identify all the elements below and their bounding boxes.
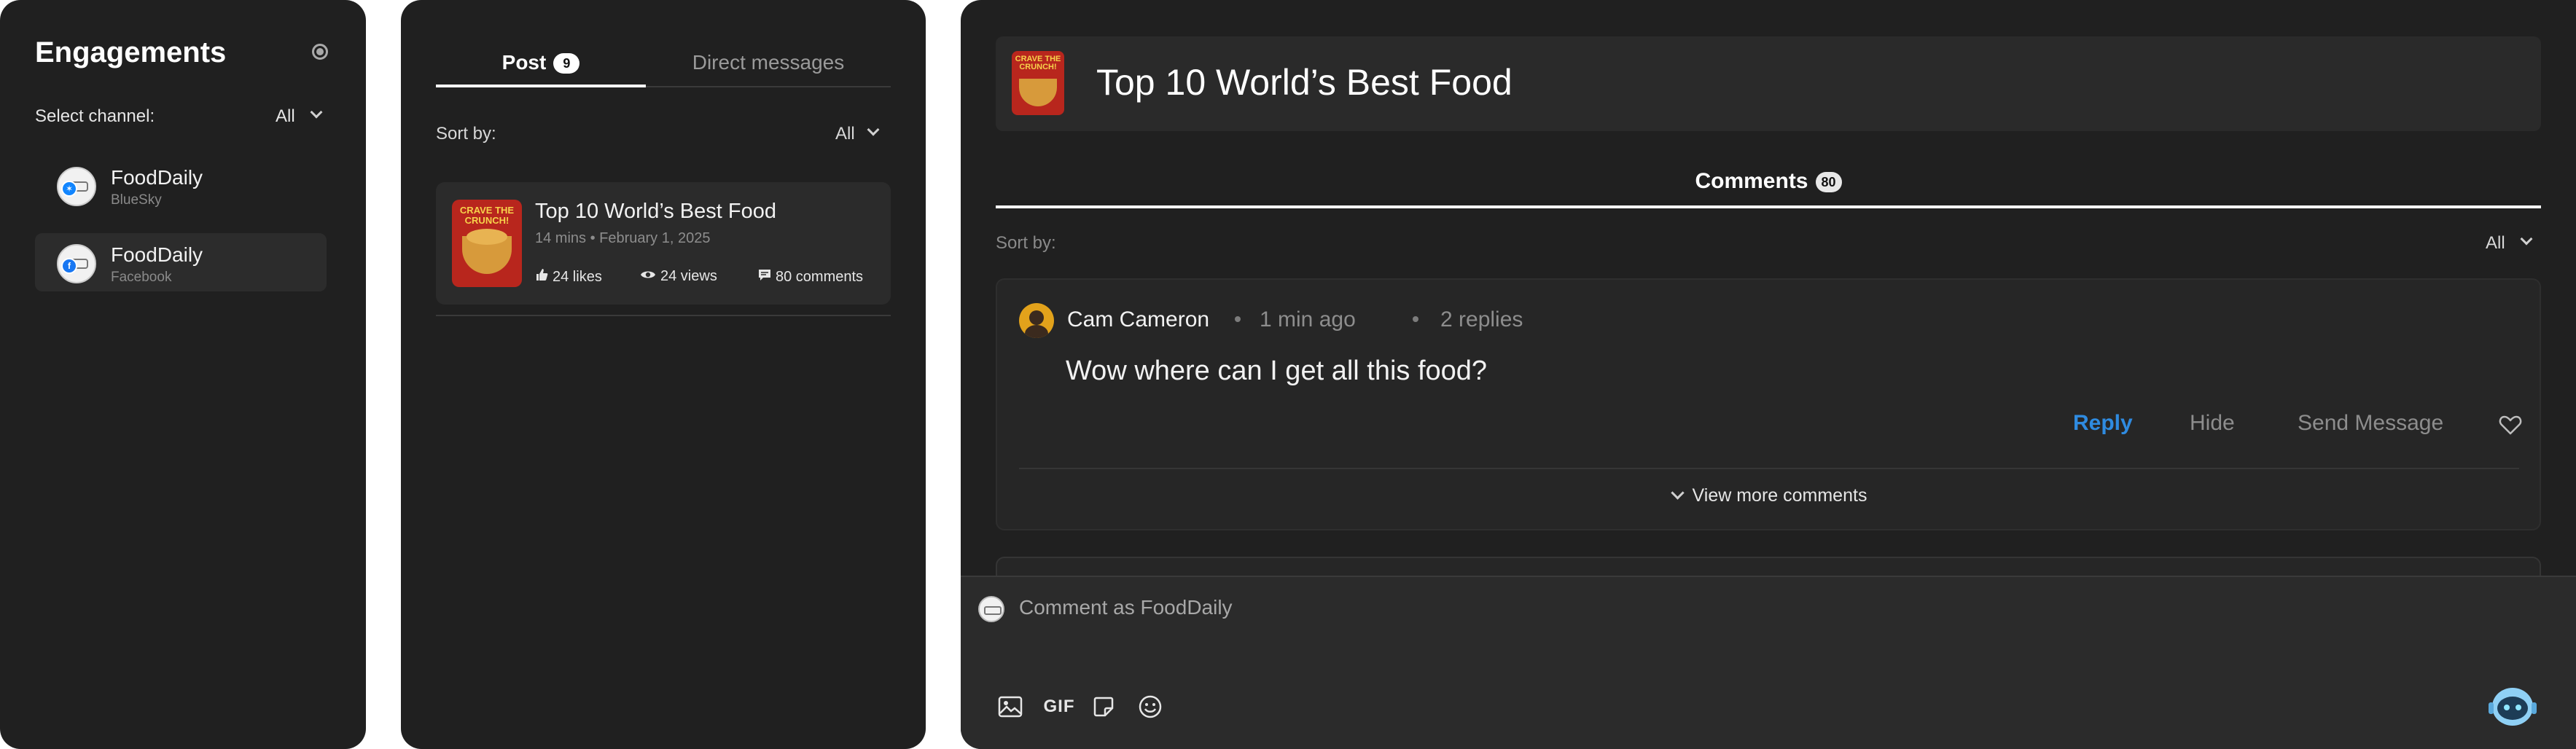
channel-name: FoodDaily	[111, 166, 203, 189]
reply-button[interactable]: Reply	[2073, 411, 2133, 436]
chevron-down-icon[interactable]	[867, 123, 880, 136]
thumbnail-caption: CRAVE THE CRUNCH!	[1015, 55, 1061, 71]
globe-icon[interactable]	[312, 44, 328, 60]
comment-composer: GIF	[961, 576, 2576, 749]
emoji-icon[interactable]	[1136, 692, 1165, 721]
channel-item-bluesky[interactable]: ✶ FoodDaily BlueSky	[35, 156, 327, 214]
chevron-down-icon[interactable]	[310, 106, 323, 119]
divider	[1019, 468, 2519, 469]
image-icon[interactable]	[996, 692, 1025, 721]
post-detail-panel: CRAVE THE CRUNCH! Top 10 World’s Best Fo…	[961, 0, 2576, 749]
post-header: CRAVE THE CRUNCH! Top 10 World’s Best Fo…	[996, 36, 2541, 131]
select-channel-label: Select channel:	[35, 106, 155, 126]
channel-item-facebook[interactable]: f FoodDaily Facebook	[35, 233, 327, 291]
post-card[interactable]: CRAVE THE CRUNCH! Top 10 World’s Best Fo…	[436, 182, 891, 305]
hide-button[interactable]: Hide	[2190, 411, 2235, 436]
sort-value[interactable]: All	[2486, 233, 2505, 254]
chevron-down-icon[interactable]	[2520, 232, 2533, 246]
tab-post-label: Post	[501, 51, 547, 74]
thumbnail-caption: CRAVE THE CRUNCH!	[459, 205, 515, 226]
view-more-comments-button[interactable]: View more comments	[997, 485, 2542, 506]
posts-panel: Post 9 Direct messages Sort by: All CRAVE…	[401, 0, 926, 749]
posts-tabs: Post 9 Direct messages	[436, 45, 891, 87]
post-count-badge: 9	[553, 53, 580, 74]
avatar	[1019, 303, 1054, 338]
separator-dot	[1413, 316, 1418, 322]
views-count: 24 views	[660, 268, 717, 284]
view-more-label: View more comments	[1692, 485, 1867, 506]
tab-direct-messages[interactable]: Direct messages	[646, 45, 891, 87]
engagements-title: Engagements	[35, 36, 227, 68]
comments-stat: 80 comments	[758, 268, 863, 286]
ai-assistant-icon[interactable]	[2487, 683, 2538, 729]
comment-text: Wow where can I get all this food?	[1066, 356, 1488, 386]
tab-post[interactable]: Post 9	[436, 45, 646, 87]
send-message-button[interactable]: Send Message	[2298, 411, 2443, 436]
channel-platform: BlueSky	[111, 192, 162, 208]
comment-input[interactable]	[1019, 593, 2331, 622]
post-meta: 14 mins • February 1, 2025	[535, 230, 711, 246]
comment-icon	[759, 270, 770, 281]
comments-count-badge: 80	[1815, 172, 1842, 192]
divider	[436, 315, 891, 316]
post-detail-title: Top 10 World’s Best Food	[1096, 62, 1513, 103]
eye-icon	[641, 271, 655, 278]
post-thumbnail: CRAVE THE CRUNCH!	[1012, 51, 1064, 115]
sort-value[interactable]: All	[835, 124, 855, 144]
tab-comments[interactable]: Comments 80	[996, 162, 2541, 208]
comment-card: Cam Cameron 1 min ago 2 replies Wow wher…	[996, 278, 2541, 530]
channel-name: FoodDaily	[111, 243, 203, 266]
engagements-panel: Engagements Select channel: All ✶ FoodDa…	[0, 0, 366, 749]
comments-count: 80 comments	[776, 269, 864, 285]
likes-count: 24 likes	[553, 269, 602, 285]
separator-dot	[1235, 316, 1241, 322]
facebook-icon: f	[61, 258, 77, 274]
likes-stat: 24 likes	[535, 268, 602, 286]
avatar	[978, 596, 1004, 622]
heart-icon[interactable]	[2499, 414, 2522, 436]
chevron-down-icon	[1670, 486, 1685, 500]
sort-label: Sort by:	[996, 233, 1056, 253]
sort-label: Sort by:	[436, 124, 496, 144]
channel-filter-value[interactable]: All	[276, 106, 295, 127]
post-thumbnail: CRAVE THE CRUNCH!	[452, 200, 522, 287]
thumbs-up-icon	[536, 269, 548, 281]
post-title: Top 10 World’s Best Food	[535, 200, 776, 223]
comment-author[interactable]: Cam Cameron	[1067, 307, 1209, 332]
comment-time: 1 min ago	[1260, 307, 1356, 332]
sticker-icon[interactable]	[1089, 692, 1118, 721]
views-stat: 24 views	[640, 268, 717, 285]
bluesky-icon: ✶	[61, 181, 77, 197]
channel-platform: Facebook	[111, 270, 172, 285]
tab-comments-label: Comments	[1695, 169, 1808, 193]
gif-button[interactable]: GIF	[1041, 692, 1077, 721]
comment-replies[interactable]: 2 replies	[1440, 307, 1523, 332]
